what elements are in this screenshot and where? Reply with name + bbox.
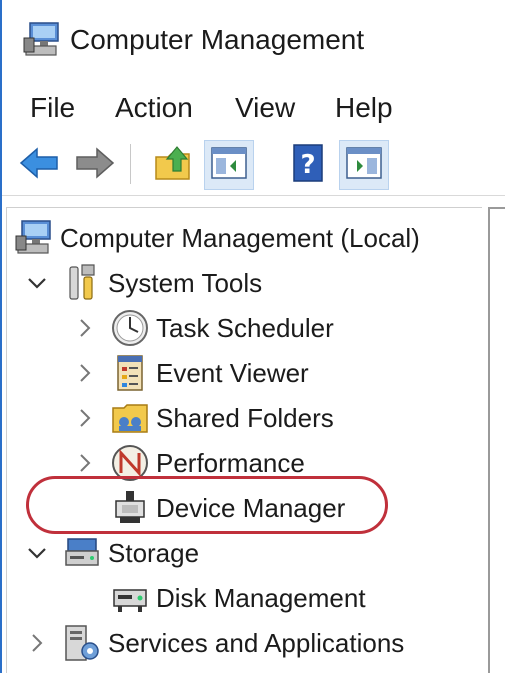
- help-icon: ?: [291, 143, 325, 188]
- computer-management-window: Computer Management File Action View Hel…: [0, 0, 505, 673]
- forward-button[interactable]: [70, 140, 120, 190]
- tree-node-label: Shared Folders: [156, 402, 334, 433]
- up-one-level-button[interactable]: [148, 140, 198, 190]
- chevron-right-icon[interactable]: [74, 362, 96, 384]
- tree-node-shared-folders[interactable]: Shared Folders: [74, 396, 334, 440]
- chevron-right-icon[interactable]: [26, 632, 48, 654]
- tree-node-label: Event Viewer: [156, 357, 309, 388]
- show-hide-console-tree-button[interactable]: [204, 140, 254, 190]
- forward-arrow-icon: [75, 146, 115, 185]
- help-button[interactable]: ?: [283, 140, 333, 190]
- tree-node-label: Task Scheduler: [156, 312, 334, 343]
- results-pane: [488, 207, 505, 673]
- event-viewer-icon: [110, 353, 150, 393]
- tree-node-device-manager[interactable]: Device Manager: [74, 486, 345, 530]
- chevron-right-icon[interactable]: [74, 407, 96, 429]
- disk-management-icon: [110, 578, 150, 618]
- chevron-down-icon[interactable]: [26, 542, 48, 564]
- back-arrow-icon: [19, 146, 59, 185]
- menu-bar: File Action View Help: [2, 84, 505, 130]
- system-tools-icon: [62, 263, 102, 303]
- performance-icon: [110, 443, 150, 483]
- tree-node-event-viewer[interactable]: Event Viewer: [74, 351, 309, 395]
- tree-node-label: System Tools: [108, 267, 263, 298]
- menu-file[interactable]: File: [30, 92, 75, 124]
- storage-icon: [62, 533, 102, 573]
- tree-node-services-and-applications[interactable]: Services and Applications: [26, 621, 404, 665]
- tree-node-label: Computer Management (Local): [60, 222, 420, 253]
- chevron-down-icon[interactable]: [26, 272, 48, 294]
- clock-icon: [110, 308, 150, 348]
- title-bar: Computer Management: [2, 0, 505, 84]
- shared-folders-icon: [110, 398, 150, 438]
- menu-action[interactable]: Action: [115, 92, 193, 124]
- services-applications-icon: [62, 623, 102, 663]
- show-hide-console-tree-icon: [210, 146, 248, 185]
- back-button[interactable]: [14, 140, 64, 190]
- menu-view[interactable]: View: [235, 92, 295, 124]
- show-hide-action-pane-icon: [345, 146, 383, 185]
- device-manager-icon: [110, 488, 150, 528]
- tree-node-task-scheduler[interactable]: Task Scheduler: [74, 306, 334, 350]
- tree-node-label: Device Manager: [156, 492, 346, 523]
- menu-help[interactable]: Help: [335, 92, 393, 124]
- computer-management-icon: [22, 20, 62, 60]
- tree-node-disk-management[interactable]: Disk Management: [74, 576, 366, 620]
- tree-node-storage[interactable]: Storage: [26, 531, 199, 575]
- toolbar-separator: [130, 144, 131, 184]
- computer-management-icon: [14, 218, 54, 258]
- help-glyph: ?: [300, 150, 315, 180]
- show-hide-action-pane-button[interactable]: [339, 140, 389, 190]
- tree-node-computer-management-local[interactable]: Computer Management (Local): [14, 216, 420, 260]
- up-folder-icon: [153, 143, 193, 188]
- tree-node-label: Storage: [108, 537, 200, 568]
- toolbar: ?: [2, 132, 505, 196]
- chevron-right-icon[interactable]: [74, 317, 96, 339]
- tree-node-system-tools[interactable]: System Tools: [26, 261, 262, 305]
- tree-node-label: Performance: [156, 447, 305, 478]
- tree-node-label: Disk Management: [156, 582, 366, 613]
- window-title: Computer Management: [70, 24, 365, 55]
- chevron-right-icon[interactable]: [74, 452, 96, 474]
- tree-node-label: Services and Applications: [108, 627, 405, 658]
- tree-node-performance[interactable]: Performance: [74, 441, 305, 485]
